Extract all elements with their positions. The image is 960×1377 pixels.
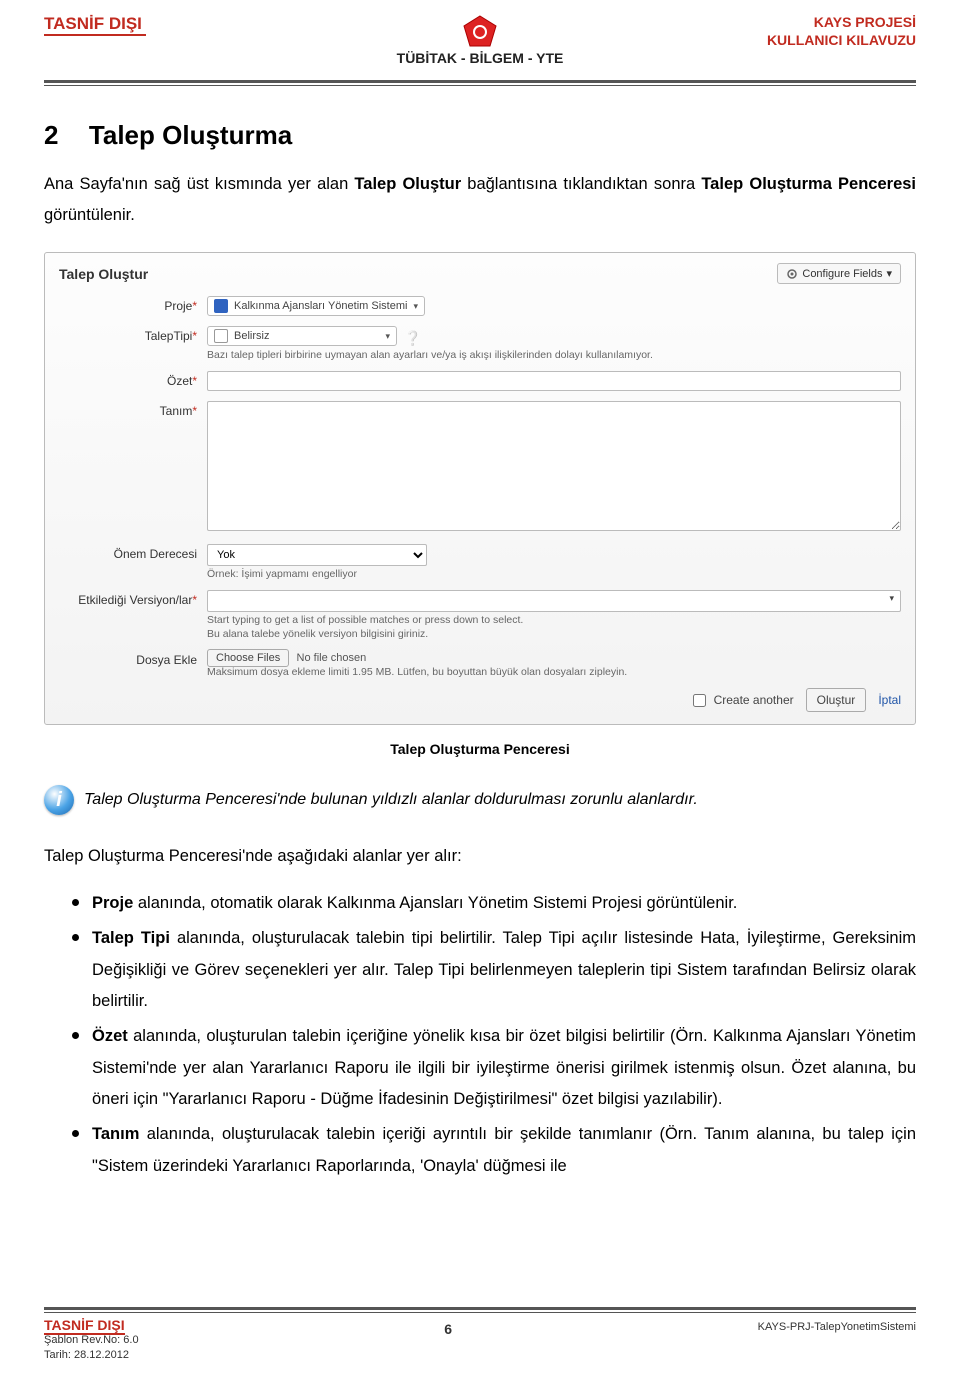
gear-icon xyxy=(786,268,798,280)
info-text: Talep Oluşturma Penceresi'nde bulunan yı… xyxy=(84,791,698,809)
list-intro: Talep Oluşturma Penceresi'nde aşağıdaki … xyxy=(44,841,916,872)
doc-type: KULLANICI KILAVUZU xyxy=(767,32,916,50)
info-icon: i xyxy=(44,785,74,815)
no-file-chosen-label: No file chosen xyxy=(297,652,367,664)
label-onem: Önem Derecesi xyxy=(114,547,197,561)
bullet-talep-tipi: Talep Tipi alanında, oluşturulacak taleb… xyxy=(72,923,916,1017)
priority-select[interactable]: Yok xyxy=(207,544,427,566)
issue-type-dropdown[interactable]: Belirsiz ▾ xyxy=(207,326,397,346)
create-another-checkbox[interactable]: Create another xyxy=(689,691,794,710)
page-footer: TASNİF DIŞI Şablon Rev.No: 6.0 Tarih: 28… xyxy=(44,1307,916,1363)
tubitak-logo-icon xyxy=(460,14,500,48)
create-request-dialog: Talep Oluştur Configure Fields ▾ Proje* … xyxy=(44,252,916,725)
bullet-tanim: Tanım alanında, oluşturulacak talebin iç… xyxy=(72,1119,916,1182)
field-description-list: Proje alanında, otomatik olarak Kalkınma… xyxy=(72,888,916,1182)
label-tanim: Tanım xyxy=(160,404,193,418)
doc-title-block: KAYS PROJESİ KULLANICI KILAVUZU xyxy=(767,14,916,49)
footer-doc-id: KAYS-PRJ-TalepYonetimSistemi xyxy=(758,1317,916,1333)
intro-paragraph: Ana Sayfa'nın sağ üst kısmında yer alan … xyxy=(44,169,916,230)
footer-template-rev: Şablon Rev.No: 6.0 xyxy=(44,1333,139,1348)
create-button[interactable]: Oluştur xyxy=(806,688,867,712)
header-rule xyxy=(44,80,916,86)
configure-fields-button[interactable]: Configure Fields ▾ xyxy=(777,263,901,284)
summary-input[interactable] xyxy=(207,371,901,391)
issue-type-hint: Bazı talep tipleri birbirine uymayan ala… xyxy=(207,349,901,361)
issue-type-icon xyxy=(214,329,228,343)
bullet-proje: Proje alanında, otomatik olarak Kalkınma… xyxy=(72,888,916,919)
choose-files-button[interactable]: Choose Files xyxy=(207,649,289,667)
label-proje: Proje xyxy=(164,299,192,313)
page-number: 6 xyxy=(444,1317,452,1337)
label-ozet: Özet xyxy=(167,374,192,388)
bullet-ozet: Özet alanında, oluşturulan talebin içeri… xyxy=(72,1021,916,1115)
description-textarea[interactable] xyxy=(207,401,901,531)
chevron-down-icon: ▾ xyxy=(886,267,892,280)
project-name: KAYS PROJESİ xyxy=(767,14,916,32)
footer-date: Tarih: 28.12.2012 xyxy=(44,1348,139,1363)
project-icon xyxy=(214,299,228,313)
info-callout: i Talep Oluşturma Penceresi'nde bulunan … xyxy=(44,785,916,815)
priority-hint: Örnek: İşimi yapmamı engelliyor xyxy=(207,568,901,580)
label-dosya: Dosya Ekle xyxy=(136,653,197,667)
section-title: Talep Oluşturma xyxy=(89,120,292,150)
project-dropdown[interactable]: Kalkınma Ajansları Yönetim Sistemi ▾ xyxy=(207,296,425,316)
org-subtitle: TÜBİTAK - BİLGEM - YTE xyxy=(397,50,564,66)
cancel-link[interactable]: İptal xyxy=(878,693,901,707)
versions-hint-1: Start typing to get a list of possible m… xyxy=(207,614,901,626)
help-icon[interactable]: ❔ xyxy=(400,330,421,346)
chevron-down-icon: ▾ xyxy=(385,331,390,342)
classification-label: TASNİF DIŞI xyxy=(44,14,146,36)
chevron-down-icon: ▾ xyxy=(889,593,894,604)
dialog-title: Talep Oluştur xyxy=(59,266,148,282)
page-header: TASNİF DIŞI KAYS PROJESİ KULLANICI KILAV… xyxy=(44,14,916,72)
figure-caption: Talep Oluşturma Penceresi xyxy=(44,741,916,757)
file-hint: Maksimum dosya ekleme limiti 1.95 MB. Lü… xyxy=(207,666,901,678)
versions-hint-2: Bu alana talebe yönelik versiyon bilgisi… xyxy=(207,628,901,640)
label-versiyon: Etkilediği Versiyon/lar xyxy=(78,593,192,607)
affects-versions-input[interactable]: ▾ xyxy=(207,590,901,612)
label-tip: TalepTipi xyxy=(145,329,193,343)
chevron-down-icon: ▾ xyxy=(413,301,418,312)
section-number: 2 xyxy=(44,120,58,150)
